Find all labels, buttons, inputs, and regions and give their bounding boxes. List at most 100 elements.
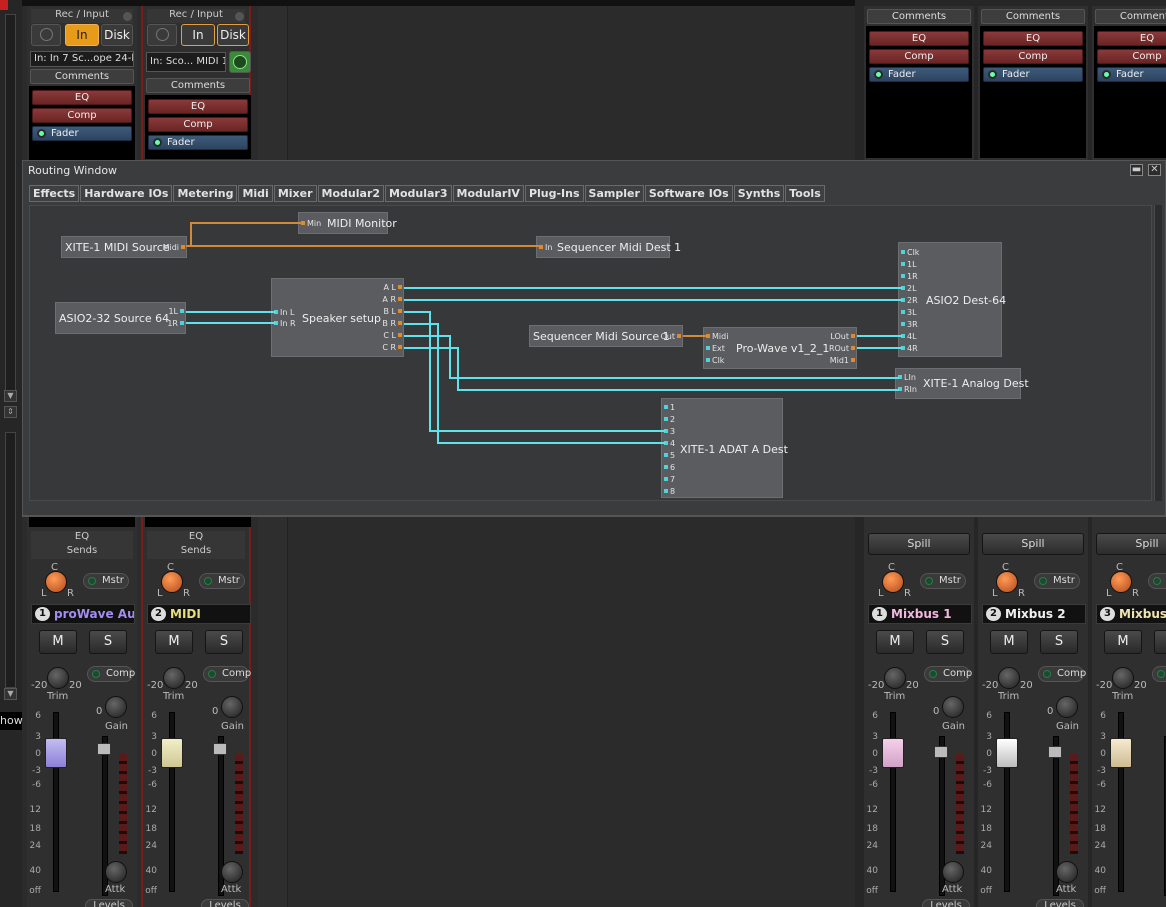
mute-button[interactable]: M: [1104, 630, 1142, 654]
comments-button[interactable]: Comments: [1095, 9, 1166, 24]
eq-plugin[interactable]: EQ: [148, 99, 248, 114]
minimize-icon[interactable]: ▬: [1130, 164, 1143, 176]
spill-button[interactable]: Spill: [868, 533, 970, 555]
port-midi[interactable]: Midi: [706, 332, 728, 342]
comp-plugin[interactable]: Comp: [32, 108, 132, 123]
volume-fader[interactable]: [882, 738, 904, 768]
solo-button[interactable]: S: [1154, 630, 1166, 654]
tab-mixer[interactable]: Mixer: [273, 185, 317, 202]
routing-vertical-scrollbar[interactable]: [1154, 205, 1162, 501]
attack-knob[interactable]: [221, 861, 243, 883]
port-in[interactable]: In: [539, 243, 552, 253]
solo-button[interactable]: S: [89, 630, 127, 654]
fader-plugin[interactable]: Fader: [148, 135, 248, 150]
port-min[interactable]: Min: [301, 219, 321, 229]
plugin-active-led-icon[interactable]: [37, 129, 46, 138]
port-7[interactable]: 7: [664, 475, 675, 485]
port-2r[interactable]: 2R: [901, 296, 918, 306]
input-select[interactable]: In: In 7 Sc...ope 24-bit: [30, 51, 134, 67]
trim-knob[interactable]: [163, 667, 185, 689]
attack-knob[interactable]: [942, 861, 964, 883]
eq-plugin[interactable]: EQ: [32, 90, 132, 105]
attack-knob[interactable]: [105, 861, 127, 883]
scrollbar-track-lower[interactable]: [5, 432, 16, 688]
comp-plugin[interactable]: Comp: [869, 49, 969, 64]
port-5[interactable]: 5: [664, 451, 675, 461]
port-2l[interactable]: 2L: [901, 284, 917, 294]
pan-knob[interactable]: [45, 571, 67, 593]
tab-tools[interactable]: Tools: [785, 185, 825, 202]
volume-fader[interactable]: [45, 738, 67, 768]
port-4l[interactable]: 4L: [901, 332, 917, 342]
tab-sampler[interactable]: Sampler: [584, 185, 644, 202]
port-clk[interactable]: Clk: [901, 248, 919, 258]
levels-button[interactable]: Levels: [922, 899, 970, 907]
port-4r[interactable]: 4R: [901, 344, 918, 354]
port-a-l[interactable]: A L: [384, 283, 402, 293]
module-xite-adat-dest[interactable]: 1 2 3 4 5 6 7 8 XITE-1 ADAT A Dest: [661, 398, 788, 498]
port-a-r[interactable]: A R: [382, 295, 402, 305]
eq-plugin[interactable]: EQ: [983, 31, 1083, 46]
port-lin[interactable]: LIn: [898, 373, 916, 383]
port-mid1[interactable]: Mid1: [830, 356, 855, 366]
midi-port-icon[interactable]: [229, 51, 251, 73]
tab-hardware-ios[interactable]: Hardware IOs: [80, 185, 173, 202]
solo-button[interactable]: S: [1040, 630, 1078, 654]
tab-plug-ins[interactable]: Plug-Ins: [524, 185, 584, 202]
disk-monitor-button[interactable]: Disk: [101, 24, 133, 46]
port-3r[interactable]: 3R: [901, 320, 918, 330]
pan-knob[interactable]: [161, 571, 183, 593]
plugin-active-led-icon[interactable]: [988, 70, 997, 79]
input-monitor-button[interactable]: In: [181, 24, 215, 46]
comments-button[interactable]: Comments: [867, 9, 971, 24]
mixbus-name[interactable]: 1 Mixbus 1: [868, 604, 972, 624]
solo-button[interactable]: S: [926, 630, 964, 654]
comp-toggle-button[interactable]: Comp: [87, 666, 135, 682]
tab-modulariv[interactable]: ModularIV: [452, 185, 524, 202]
master-send-button[interactable]: Mstr: [1034, 573, 1080, 589]
scrollbar-track[interactable]: [5, 14, 16, 394]
volume-fader[interactable]: [161, 738, 183, 768]
record-button[interactable]: [31, 24, 61, 46]
comp-plugin[interactable]: Comp: [1097, 49, 1166, 64]
module-asio-dest[interactable]: Clk 1L 1R 2L 2R 3L 3R 4L 4R ASIO2 Dest-6…: [898, 242, 1006, 357]
module-asio-source[interactable]: ASIO2-32 Source 64 1L 1R: [55, 302, 186, 334]
port-1r[interactable]: 1R: [901, 272, 918, 282]
attack-knob[interactable]: [1056, 861, 1078, 883]
close-corner-icon[interactable]: [0, 0, 8, 10]
port-c-l[interactable]: C L: [383, 331, 402, 341]
module-speaker-setup[interactable]: In L In R Speaker setup A L A R B L B R …: [271, 278, 404, 357]
module-sequencer-midi-source[interactable]: Sequencer Midi Source 1 Out: [529, 325, 683, 347]
port-b-r[interactable]: B R: [382, 319, 402, 329]
fader-plugin[interactable]: Fader: [869, 67, 969, 82]
tab-synths[interactable]: Synths: [733, 185, 785, 202]
spill-button[interactable]: Spill: [982, 533, 1084, 555]
module-xite-analog-dest[interactable]: LIn RIn XITE-1 Analog Dest: [895, 368, 1029, 399]
master-send-button[interactable]: Mstr: [920, 573, 966, 589]
track-name[interactable]: 1 proWave Au: [31, 604, 135, 624]
port-2[interactable]: 2: [664, 415, 675, 425]
record-button[interactable]: [147, 24, 177, 46]
master-send-button[interactable]: Mstr: [83, 573, 129, 589]
module-prowave[interactable]: Midi Ext Clk Pro-Wave v1_2_1 LOut ROut M…: [703, 327, 857, 369]
scroll-up-down-icon[interactable]: ⇕: [4, 406, 17, 418]
levels-button[interactable]: Levels: [85, 899, 133, 907]
comp-plugin[interactable]: Comp: [983, 49, 1083, 64]
spill-button[interactable]: Spill: [1096, 533, 1166, 555]
tab-software-ios[interactable]: Software IOs: [644, 185, 733, 202]
pan-knob[interactable]: [1110, 571, 1132, 593]
port-4[interactable]: 4: [664, 439, 675, 449]
port-in-r[interactable]: In R: [274, 319, 296, 329]
port-ext[interactable]: Ext: [706, 344, 725, 354]
port-3l[interactable]: 3L: [901, 308, 917, 318]
fader-plugin[interactable]: Fader: [1097, 67, 1166, 82]
comp-toggle-button[interactable]: Comp: [1152, 666, 1166, 682]
mute-button[interactable]: M: [990, 630, 1028, 654]
pan-knob[interactable]: [996, 571, 1018, 593]
levels-button[interactable]: Levels: [201, 899, 249, 907]
trim-knob[interactable]: [884, 667, 906, 689]
master-send-button[interactable]: Mstr: [199, 573, 245, 589]
comp-fader-cap[interactable]: [1048, 746, 1062, 758]
close-icon[interactable]: ✕: [1148, 164, 1161, 176]
port-midi-out[interactable]: Midi: [163, 243, 185, 253]
